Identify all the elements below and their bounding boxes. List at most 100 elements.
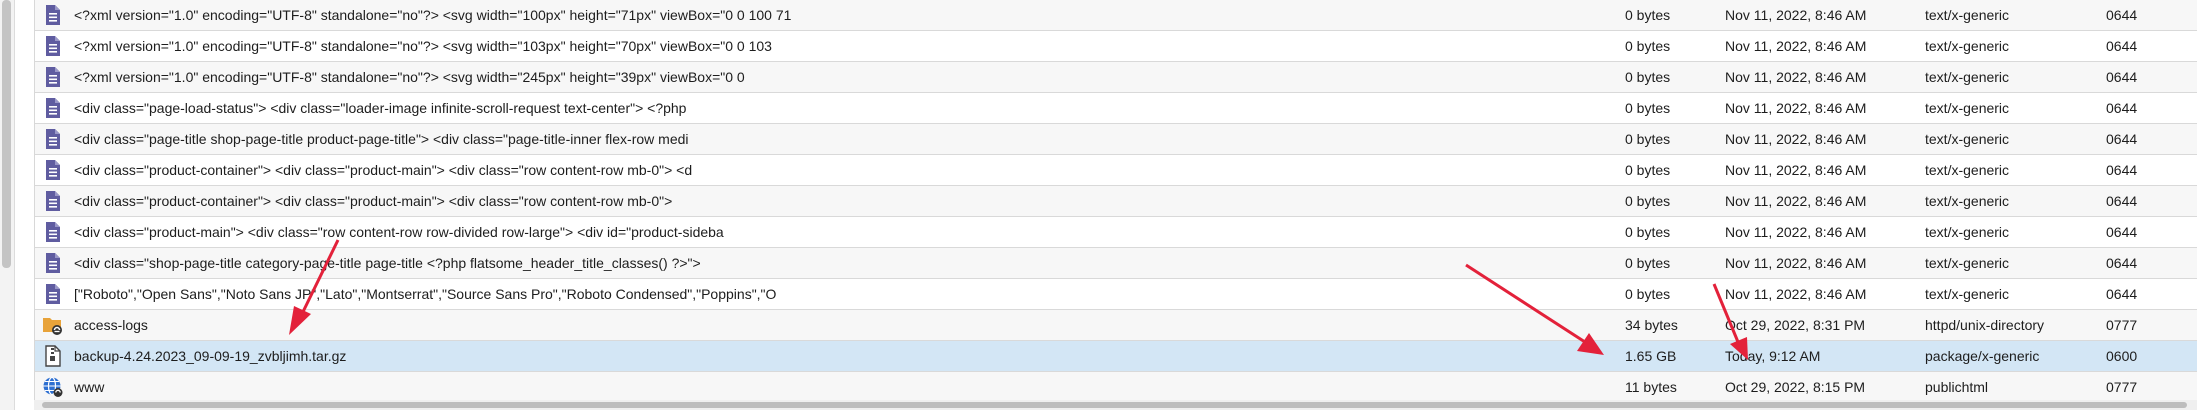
file-name[interactable]: <?xml version="1.0" encoding="UTF-8" sta… xyxy=(74,62,1614,92)
file-permissions[interactable]: 0777 xyxy=(2106,310,2186,340)
file-row-selected[interactable]: backup-4.24.2023_09-09-19_zvbljimh.tar.g… xyxy=(35,341,2197,372)
file-name[interactable]: <div class="page-load-status"> <div clas… xyxy=(74,93,1614,123)
horizontal-scrollbar-thumb[interactable] xyxy=(42,402,2187,408)
file-row[interactable]: <div class="shop-page-title category-pag… xyxy=(35,248,2197,279)
file-name[interactable]: backup-4.24.2023_09-09-19_zvbljimh.tar.g… xyxy=(74,341,1614,371)
file-row[interactable]: access-logs 34 bytes Oct 29, 2022, 8:31 PM… xyxy=(35,310,2197,341)
text-file-icon xyxy=(42,159,64,181)
file-type: text/x-generic xyxy=(1925,7,2010,23)
file-last-modified: Nov 11, 2022, 8:46 AM xyxy=(1725,100,1867,116)
file-icon-cell xyxy=(35,155,69,185)
file-name[interactable]: <?xml version="1.0" encoding="UTF-8" sta… xyxy=(74,0,1614,30)
file-name[interactable]: <div class="shop-page-title category-pag… xyxy=(74,248,1614,278)
file-permissions[interactable]: 0777 xyxy=(2106,372,2186,402)
file-name[interactable]: ["Roboto","Open Sans","Noto Sans JP","La… xyxy=(74,279,1614,309)
text-file-icon xyxy=(42,221,64,243)
file-permissions[interactable]: 0644 xyxy=(2106,248,2186,278)
file-last-modified: Nov 11, 2022, 8:46 AM xyxy=(1725,7,1867,23)
file-row[interactable]: <?xml version="1.0" encoding="UTF-8" sta… xyxy=(35,0,2197,31)
file-name[interactable]: <div class="page-title shop-page-title p… xyxy=(74,124,1614,154)
file-last-modified: Oct 29, 2022, 8:31 PM xyxy=(1725,317,1866,333)
file-type: text/x-generic xyxy=(1925,69,2010,85)
file-permissions[interactable]: 0644 xyxy=(2106,31,2186,61)
file-row[interactable]: ["Roboto","Open Sans","Noto Sans JP","La… xyxy=(35,279,2197,310)
file-size: 0 bytes xyxy=(1625,69,1671,85)
file-name[interactable]: <div class="product-container"> <div cla… xyxy=(74,155,1614,185)
archive-file-icon xyxy=(42,345,64,367)
vertical-scrollbar[interactable] xyxy=(0,0,15,410)
file-icon-cell xyxy=(35,341,69,371)
file-last-modified: Nov 11, 2022, 8:46 AM xyxy=(1725,131,1867,147)
file-row[interactable]: <div class="product-container"> <div cla… xyxy=(35,155,2197,186)
text-file-icon xyxy=(42,128,64,150)
text-file-icon xyxy=(42,97,64,119)
file-icon-cell xyxy=(35,93,69,123)
file-list-table: <?xml version="1.0" encoding="UTF-8" sta… xyxy=(34,0,2197,403)
file-icon-cell xyxy=(35,372,69,402)
file-name[interactable]: access-logs xyxy=(74,310,1614,340)
globe-link-icon xyxy=(42,376,64,398)
file-last-modified: Oct 29, 2022, 8:15 PM xyxy=(1725,379,1866,395)
file-icon-cell xyxy=(35,186,69,216)
file-permissions[interactable]: 0644 xyxy=(2106,124,2186,154)
text-file-icon xyxy=(42,283,64,305)
file-permissions[interactable]: 0600 xyxy=(2106,341,2186,371)
file-icon-cell xyxy=(35,62,69,92)
file-type: text/x-generic xyxy=(1925,100,2010,116)
file-size: 34 bytes xyxy=(1625,317,1678,333)
file-row[interactable]: <div class="product-container"> <div cla… xyxy=(35,186,2197,217)
file-icon-cell xyxy=(35,31,69,61)
file-permissions[interactable]: 0644 xyxy=(2106,217,2186,247)
file-permissions[interactable]: 0644 xyxy=(2106,0,2186,30)
file-icon-cell xyxy=(35,124,69,154)
file-row[interactable]: <div class="product-main"> <div class="r… xyxy=(35,217,2197,248)
file-name[interactable]: <?xml version="1.0" encoding="UTF-8" sta… xyxy=(74,31,1614,61)
file-name[interactable]: <div class="product-container"> <div cla… xyxy=(74,186,1614,216)
file-row[interactable]: <div class="page-title shop-page-title p… xyxy=(35,124,2197,155)
file-row[interactable]: www 11 bytes Oct 29, 2022, 8:15 PM publicht… xyxy=(35,372,2197,403)
file-type: text/x-generic xyxy=(1925,255,2010,271)
file-icon-cell xyxy=(35,279,69,309)
file-last-modified: Nov 11, 2022, 8:46 AM xyxy=(1725,38,1867,54)
file-type: text/x-generic xyxy=(1925,131,2010,147)
file-size: 0 bytes xyxy=(1625,286,1671,302)
file-permissions[interactable]: 0644 xyxy=(2106,155,2186,185)
file-name[interactable]: <div class="product-main"> <div class="r… xyxy=(74,217,1614,247)
file-last-modified: Nov 11, 2022, 8:46 AM xyxy=(1725,193,1867,209)
file-size: 0 bytes xyxy=(1625,224,1671,240)
file-permissions[interactable]: 0644 xyxy=(2106,186,2186,216)
file-row[interactable]: <?xml version="1.0" encoding="UTF-8" sta… xyxy=(35,31,2197,62)
file-type: text/x-generic xyxy=(1925,162,2010,178)
file-type: text/x-generic xyxy=(1925,286,2010,302)
file-size: 0 bytes xyxy=(1625,100,1671,116)
text-file-icon xyxy=(42,35,64,57)
file-type: publichtml xyxy=(1925,379,1989,395)
file-row[interactable]: <?xml version="1.0" encoding="UTF-8" sta… xyxy=(35,62,2197,93)
file-name[interactable]: www xyxy=(74,372,1614,402)
file-permissions[interactable]: 0644 xyxy=(2106,93,2186,123)
file-icon-cell xyxy=(35,248,69,278)
text-file-icon xyxy=(42,4,64,26)
text-file-icon xyxy=(42,190,64,212)
file-last-modified: Nov 11, 2022, 8:46 AM xyxy=(1725,286,1867,302)
vertical-scrollbar-thumb[interactable] xyxy=(2,0,11,268)
file-type: httpd/unix-directory xyxy=(1925,317,2045,333)
file-permissions[interactable]: 0644 xyxy=(2106,279,2186,309)
file-size: 0 bytes xyxy=(1625,7,1671,23)
file-size: 11 bytes xyxy=(1625,379,1677,395)
folder-link-icon xyxy=(42,314,64,336)
file-permissions[interactable]: 0644 xyxy=(2106,62,2186,92)
file-last-modified: Nov 11, 2022, 8:46 AM xyxy=(1725,162,1867,178)
file-size: 0 bytes xyxy=(1625,131,1671,147)
file-size: 0 bytes xyxy=(1625,162,1671,178)
file-size: 0 bytes xyxy=(1625,193,1671,209)
file-last-modified: Nov 11, 2022, 8:46 AM xyxy=(1725,255,1867,271)
file-icon-cell xyxy=(35,310,69,340)
file-size: 0 bytes xyxy=(1625,38,1671,54)
text-file-icon xyxy=(42,252,64,274)
file-type: text/x-generic xyxy=(1925,224,2010,240)
file-type: package/x-generic xyxy=(1925,348,2040,364)
text-file-icon xyxy=(42,66,64,88)
file-row[interactable]: <div class="page-load-status"> <div clas… xyxy=(35,93,2197,124)
horizontal-scrollbar[interactable] xyxy=(34,400,2197,410)
